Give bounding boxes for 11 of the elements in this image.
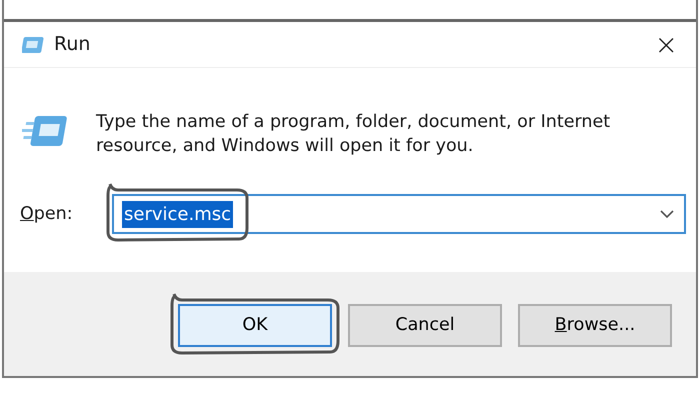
open-combo-field[interactable]: service.msc (112, 194, 686, 234)
open-label: Open: (20, 203, 74, 226)
instruction-text: Type the name of a program, folder, document, or Internet resource, and Windows will open it for you. (96, 111, 612, 158)
window-title: Run (54, 32, 90, 58)
run-icon (22, 36, 46, 54)
close-button[interactable]: × (648, 30, 684, 60)
cancel-button[interactable]: Cancel (348, 304, 502, 347)
ok-button[interactable]: OK (178, 304, 332, 347)
dropdown-caret-icon[interactable] (660, 210, 674, 219)
browse-button[interactable]: Browse... (518, 304, 672, 347)
selected-text: service.msc (122, 200, 234, 228)
